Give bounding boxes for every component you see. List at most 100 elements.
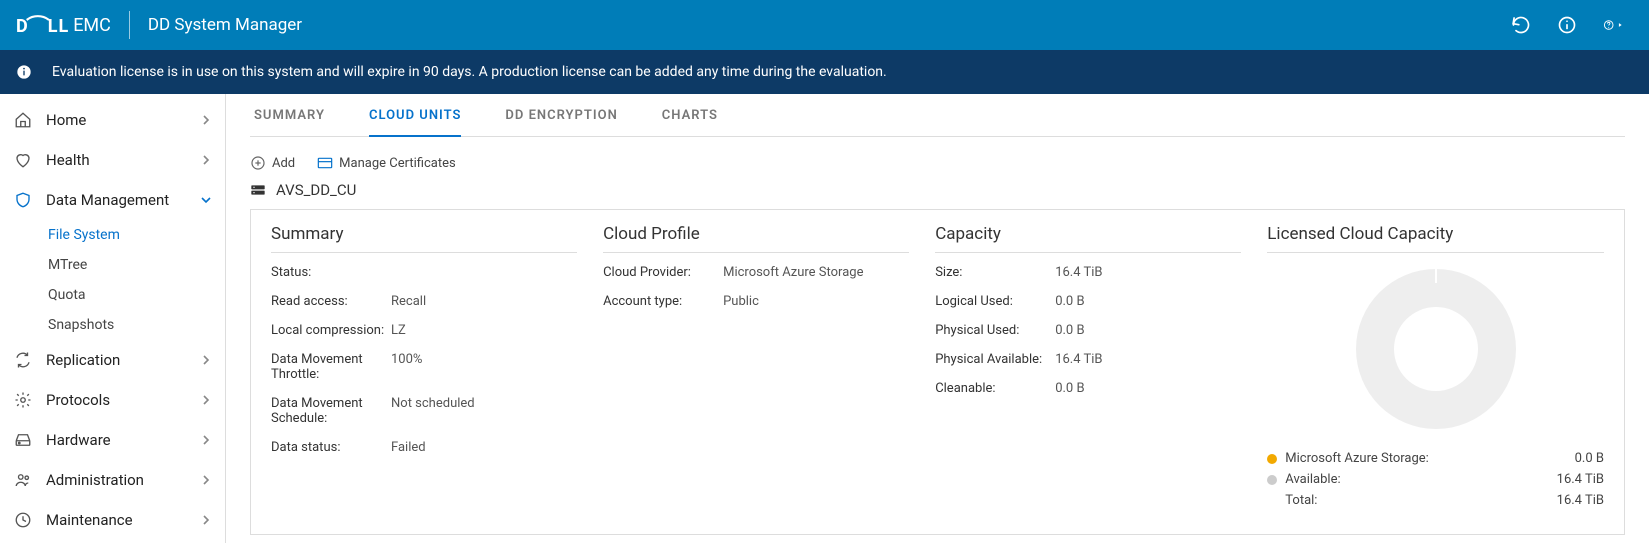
nav-protocols[interactable]: Protocols (0, 380, 225, 420)
nav-health[interactable]: Health (0, 140, 225, 180)
size-value: 16.4 TiB (1055, 265, 1102, 280)
legend-dot-icon (1267, 475, 1277, 485)
read-access-label: Read access: (271, 294, 391, 309)
cloud-profile-title: Cloud Profile (603, 224, 909, 253)
heart-icon (12, 151, 34, 169)
nav-label: Health (46, 151, 90, 169)
tab-dd-encryption[interactable]: DD ENCRYPTION (505, 108, 617, 136)
capacity-title: Capacity (935, 224, 1241, 253)
info-icon[interactable] (1557, 15, 1577, 35)
capacity-section: Capacity Size: 16.4 TiB Logical Used: 0.… (935, 224, 1241, 514)
dm-throttle-label: Data Movement Throttle: (271, 352, 391, 382)
donut-legend: Microsoft Azure Storage: 0.0 B Available… (1267, 451, 1604, 514)
data-status-label: Data status: (271, 440, 391, 455)
app-title: DD System Manager (148, 15, 302, 35)
shield-icon (12, 191, 34, 209)
nav-label: Home (46, 111, 86, 129)
add-button[interactable]: Add (250, 155, 295, 171)
storage-icon (250, 183, 266, 197)
dm-schedule-label: Data Movement Schedule: (271, 396, 391, 426)
sidebar-nav: Home Health Data Management File System … (0, 94, 226, 543)
subnav-snapshots[interactable]: Snapshots (48, 310, 225, 340)
notice-info-icon (16, 64, 32, 80)
nav-maintenance[interactable]: Maintenance (0, 500, 225, 540)
content-tabs: SUMMARY CLOUD UNITS DD ENCRYPTION CHARTS (250, 94, 1625, 137)
chevron-right-icon (201, 355, 211, 365)
summary-title: Summary (271, 224, 577, 253)
read-access-value: Recall (391, 294, 426, 309)
tab-summary[interactable]: SUMMARY (254, 108, 325, 136)
cleanable-label: Cleanable: (935, 381, 1055, 396)
legend-row: Microsoft Azure Storage: 0.0 B (1267, 451, 1604, 466)
app-header: D⌒LL EMC DD System Manager (0, 0, 1649, 50)
cloud-unit-detail-card: Summary Status: Read access: Recall Loca… (250, 209, 1625, 535)
cloud-provider-value: Microsoft Azure Storage (723, 265, 863, 280)
chevron-right-icon (201, 515, 211, 525)
cloud-profile-section: Cloud Profile Cloud Provider: Microsoft … (603, 224, 909, 514)
account-type-label: Account type: (603, 294, 723, 309)
users-icon (12, 471, 34, 489)
nav-label: Protocols (46, 391, 110, 409)
legend-row: Available: 16.4 TiB (1267, 472, 1604, 487)
license-notice-text: Evaluation license is in use on this sys… (52, 64, 887, 80)
license-notice-bar: Evaluation license is in use on this sys… (0, 50, 1649, 94)
physical-avail-value: 16.4 TiB (1055, 352, 1102, 367)
nav-label: Administration (46, 471, 144, 489)
account-type-value: Public (723, 294, 759, 309)
summary-section: Summary Status: Read access: Recall Loca… (271, 224, 577, 514)
capacity-donut-chart (1356, 269, 1516, 429)
nav-home[interactable]: Home (0, 100, 225, 140)
replication-icon (12, 351, 34, 369)
nav-hardware[interactable]: Hardware (0, 420, 225, 460)
licensed-capacity-section: Licensed Cloud Capacity Microsoft Azure … (1267, 224, 1604, 514)
chevron-right-icon (201, 435, 211, 445)
dm-schedule-value: Not scheduled (391, 396, 475, 426)
clock-icon (12, 511, 34, 529)
tab-cloud-units[interactable]: CLOUD UNITS (369, 108, 461, 137)
nav-label: Replication (46, 351, 120, 369)
manage-certificates-button[interactable]: Manage Certificates (317, 156, 456, 171)
header-actions (1511, 15, 1633, 35)
nav-replication[interactable]: Replication (0, 340, 225, 380)
chevron-right-icon (201, 115, 211, 125)
chevron-right-icon (201, 155, 211, 165)
size-label: Size: (935, 265, 1055, 280)
plus-circle-icon (250, 155, 266, 171)
brand-emc-text: EMC (73, 15, 111, 36)
nav-data-management-sub: File System MTree Quota Snapshots (0, 220, 225, 340)
refresh-icon[interactable] (1511, 15, 1531, 35)
chevron-right-icon (201, 395, 211, 405)
local-compression-value: LZ (391, 323, 406, 338)
nav-label: Maintenance (46, 511, 133, 529)
cloud-provider-label: Cloud Provider: (603, 265, 723, 280)
legend-dot-icon (1267, 454, 1277, 464)
subnav-mtree[interactable]: MTree (48, 250, 225, 280)
drive-icon (12, 431, 34, 449)
cleanable-value: 0.0 B (1055, 381, 1084, 396)
data-status-value: Failed (391, 440, 426, 455)
brand-divider (129, 11, 130, 39)
cloud-units-toolbar: Add Manage Certificates (250, 155, 1625, 171)
cloud-unit-name: AVS_DD_CU (250, 181, 1625, 199)
help-icon[interactable] (1603, 15, 1623, 35)
licensed-capacity-title: Licensed Cloud Capacity (1267, 224, 1604, 253)
nav-data-management[interactable]: Data Management (0, 180, 225, 220)
tab-charts[interactable]: CHARTS (662, 108, 718, 136)
subnav-quota[interactable]: Quota (48, 280, 225, 310)
legend-spacer (1267, 496, 1277, 506)
brand: D⌒LL EMC (16, 12, 111, 38)
physical-used-value: 0.0 B (1055, 323, 1084, 338)
certificate-icon (317, 156, 333, 170)
legend-row-total: Total: 16.4 TiB (1267, 493, 1604, 508)
brand-logo-text: D⌒LL (16, 12, 69, 38)
logical-used-value: 0.0 B (1055, 294, 1084, 309)
gear-icon (12, 391, 34, 409)
home-icon (12, 111, 34, 129)
chevron-right-icon (201, 475, 211, 485)
physical-avail-label: Physical Available: (935, 352, 1055, 367)
main-content: SUMMARY CLOUD UNITS DD ENCRYPTION CHARTS… (226, 94, 1649, 543)
nav-label: Data Management (46, 191, 169, 209)
nav-label: Hardware (46, 431, 111, 449)
nav-administration[interactable]: Administration (0, 460, 225, 500)
subnav-file-system[interactable]: File System (48, 220, 225, 250)
